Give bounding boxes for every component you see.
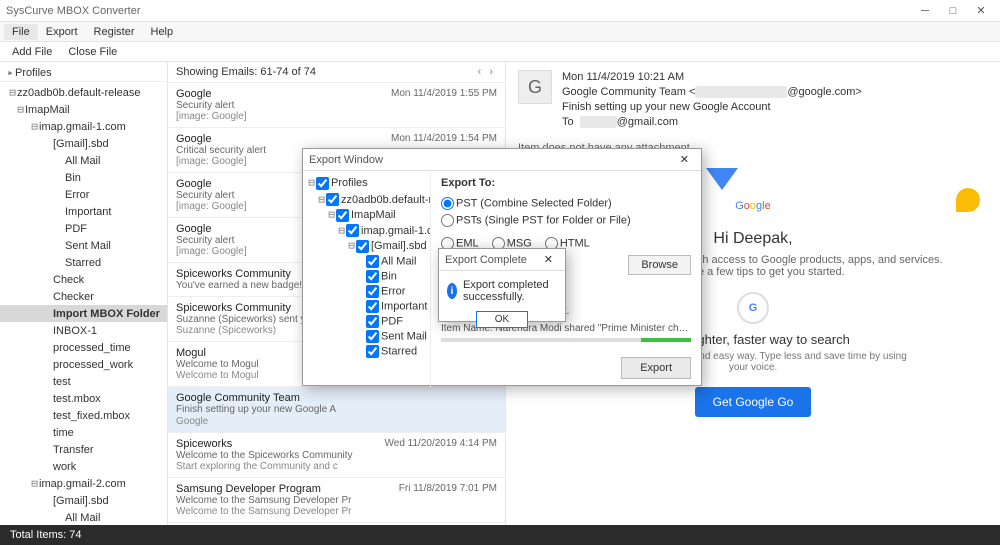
profiles-sidebar: ▸Profiles ⊟zz0adb0b.default-release⊟Imap… — [0, 62, 168, 525]
close-file-button[interactable]: Close File — [60, 44, 125, 60]
tree-item[interactable]: ⊟ImapMail — [0, 101, 167, 118]
get-google-go-button[interactable]: Get Google Go — [695, 387, 812, 417]
tree-item[interactable]: time — [0, 424, 167, 441]
toolbar: Add File Close File — [0, 42, 1000, 62]
app-title: SysCurve MBOX Converter — [6, 5, 912, 17]
email-item[interactable]: GoogleSecurity alert[image: Google]Mon 1… — [168, 83, 505, 128]
prev-page-icon[interactable]: ‹ — [474, 66, 486, 78]
ok-button[interactable]: OK — [476, 311, 528, 328]
tree-item[interactable]: Important — [0, 203, 167, 220]
export-tree-item[interactable]: ⊟imap.gmail-1.com — [307, 223, 426, 239]
menu-register[interactable]: Register — [86, 24, 143, 40]
minimize-icon[interactable]: ─ — [912, 2, 938, 20]
email-from: Google Community Team — [562, 86, 686, 98]
export-tree-item[interactable]: Error — [307, 284, 426, 299]
status-bar: Total Items: 74 — [0, 525, 1000, 545]
export-tree[interactable]: ⊟Profiles ⊟zz0adb0b.default-release⊟Imap… — [303, 171, 431, 387]
menu-help[interactable]: Help — [143, 24, 182, 40]
total-items: Total Items: 74 — [10, 529, 82, 541]
add-file-button[interactable]: Add File — [4, 44, 60, 60]
email-count: Showing Emails: 61-74 of 74 — [176, 66, 474, 78]
tree-item[interactable]: Transfer — [0, 441, 167, 458]
google-g-icon: G — [737, 292, 769, 324]
export-button[interactable]: Export — [621, 357, 691, 379]
email-item[interactable]: Spiceworks CommunityHere are some new IT… — [168, 523, 505, 525]
export-tree-item[interactable]: Sent Mail — [307, 329, 426, 344]
opt-pst-single[interactable]: PSTs (Single PST for Folder or File) — [441, 214, 631, 227]
email-meta: Mon 11/4/2019 10:21 AM Google Community … — [562, 70, 988, 130]
export-complete-dialog: Export Complete ✕ i Export completed suc… — [438, 248, 566, 322]
chk-profiles[interactable] — [316, 177, 329, 190]
tree-item[interactable]: ⊟imap.gmail-1.com — [0, 118, 167, 135]
sidebar-header: ▸Profiles — [0, 64, 167, 82]
tree-item[interactable]: Bin — [0, 169, 167, 186]
export-complete-title: Export Complete — [445, 254, 538, 266]
triangle-icon — [706, 168, 738, 190]
menu-export[interactable]: Export — [38, 24, 86, 40]
maximize-icon[interactable]: □ — [940, 2, 966, 20]
export-tree-item[interactable]: Bin — [307, 269, 426, 284]
email-item[interactable]: SpiceworksWelcome to the Spiceworks Comm… — [168, 433, 505, 478]
export-tree-item[interactable]: ⊟ImapMail — [307, 207, 426, 223]
tree-item[interactable]: Check — [0, 271, 167, 288]
tree-item[interactable]: PDF — [0, 220, 167, 237]
progress-bar — [441, 338, 691, 342]
export-complete-close-icon[interactable]: ✕ — [538, 253, 559, 266]
export-tree-item[interactable]: All Mail — [307, 254, 426, 269]
tree-item[interactable]: processed_work — [0, 356, 167, 373]
info-icon: i — [447, 283, 457, 299]
tree-item[interactable]: processed_time — [0, 339, 167, 356]
export-tree-item[interactable]: Important — [307, 299, 426, 314]
tree-item[interactable]: test_fixed.mbox — [0, 407, 167, 424]
opt-pst-combine[interactable]: PST (Combine Selected Folder) — [441, 197, 612, 210]
export-to-label: Export To: — [441, 177, 495, 189]
tree-item[interactable]: work — [0, 458, 167, 475]
export-dialog-close-icon[interactable]: ✕ — [674, 153, 695, 166]
avatar: G — [518, 70, 552, 104]
export-complete-msg: Export completed successfully. — [463, 279, 557, 303]
browse-button[interactable]: Browse — [628, 255, 691, 275]
export-tree-item[interactable]: PDF — [307, 314, 426, 329]
email-subject: Finish setting up your new Google Accoun… — [562, 100, 988, 115]
tree-item[interactable]: test — [0, 373, 167, 390]
next-page-icon[interactable]: › — [485, 66, 497, 78]
tree-item[interactable]: INBOX-1 — [0, 322, 167, 339]
tree-item[interactable]: Error — [0, 186, 167, 203]
export-tree-item[interactable]: ⊟zz0adb0b.default-release — [307, 192, 426, 208]
title-bar: SysCurve MBOX Converter ─ □ ✕ — [0, 0, 1000, 22]
close-icon[interactable]: ✕ — [968, 2, 994, 20]
tree-item[interactable]: All Mail — [0, 152, 167, 169]
email-list-header: Showing Emails: 61-74 of 74 ‹ › — [168, 62, 505, 83]
tree-item[interactable]: Sent Mail — [0, 237, 167, 254]
tree-item[interactable]: ⊟zz0adb0b.default-release — [0, 84, 167, 101]
tree-item[interactable]: Import MBOX Folder — [0, 305, 167, 322]
tree-item[interactable]: ⊟imap.gmail-2.com — [0, 475, 167, 492]
export-tree-item[interactable]: ⊟[Gmail].sbd — [307, 238, 426, 254]
tree-item[interactable]: [Gmail].sbd — [0, 135, 167, 152]
tree-item[interactable]: Checker — [0, 288, 167, 305]
menubar: File Export Register Help — [0, 22, 1000, 42]
tree-item[interactable]: Starred — [0, 254, 167, 271]
tree-item[interactable]: All Mail — [0, 509, 167, 525]
tree-item[interactable]: [Gmail].sbd — [0, 492, 167, 509]
drop-icon — [956, 188, 980, 212]
email-item[interactable]: Samsung Developer ProgramWelcome to the … — [168, 478, 505, 523]
export-dialog-title: Export Window — [309, 154, 674, 166]
email-date: Mon 11/4/2019 10:21 AM — [562, 70, 988, 85]
tree-item[interactable]: test.mbox — [0, 390, 167, 407]
email-item[interactable]: Google Community TeamFinish setting up y… — [168, 387, 505, 433]
menu-file[interactable]: File — [4, 24, 38, 40]
export-tree-item[interactable]: Starred — [307, 344, 426, 359]
